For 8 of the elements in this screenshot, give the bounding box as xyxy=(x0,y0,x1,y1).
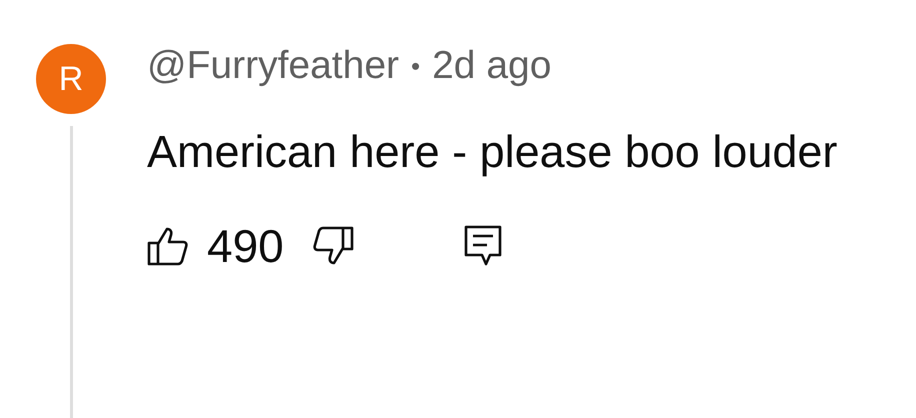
like-count: 490 xyxy=(207,219,284,273)
separator-dot: • xyxy=(411,50,420,82)
timestamp: 2d ago xyxy=(432,44,552,88)
author-name[interactable]: @Furryfeather xyxy=(147,44,399,88)
comment-icon[interactable] xyxy=(464,225,502,267)
like-icon[interactable] xyxy=(147,226,189,266)
comment-text: American here - please boo louder xyxy=(147,125,838,179)
dislike-icon[interactable] xyxy=(312,226,354,266)
